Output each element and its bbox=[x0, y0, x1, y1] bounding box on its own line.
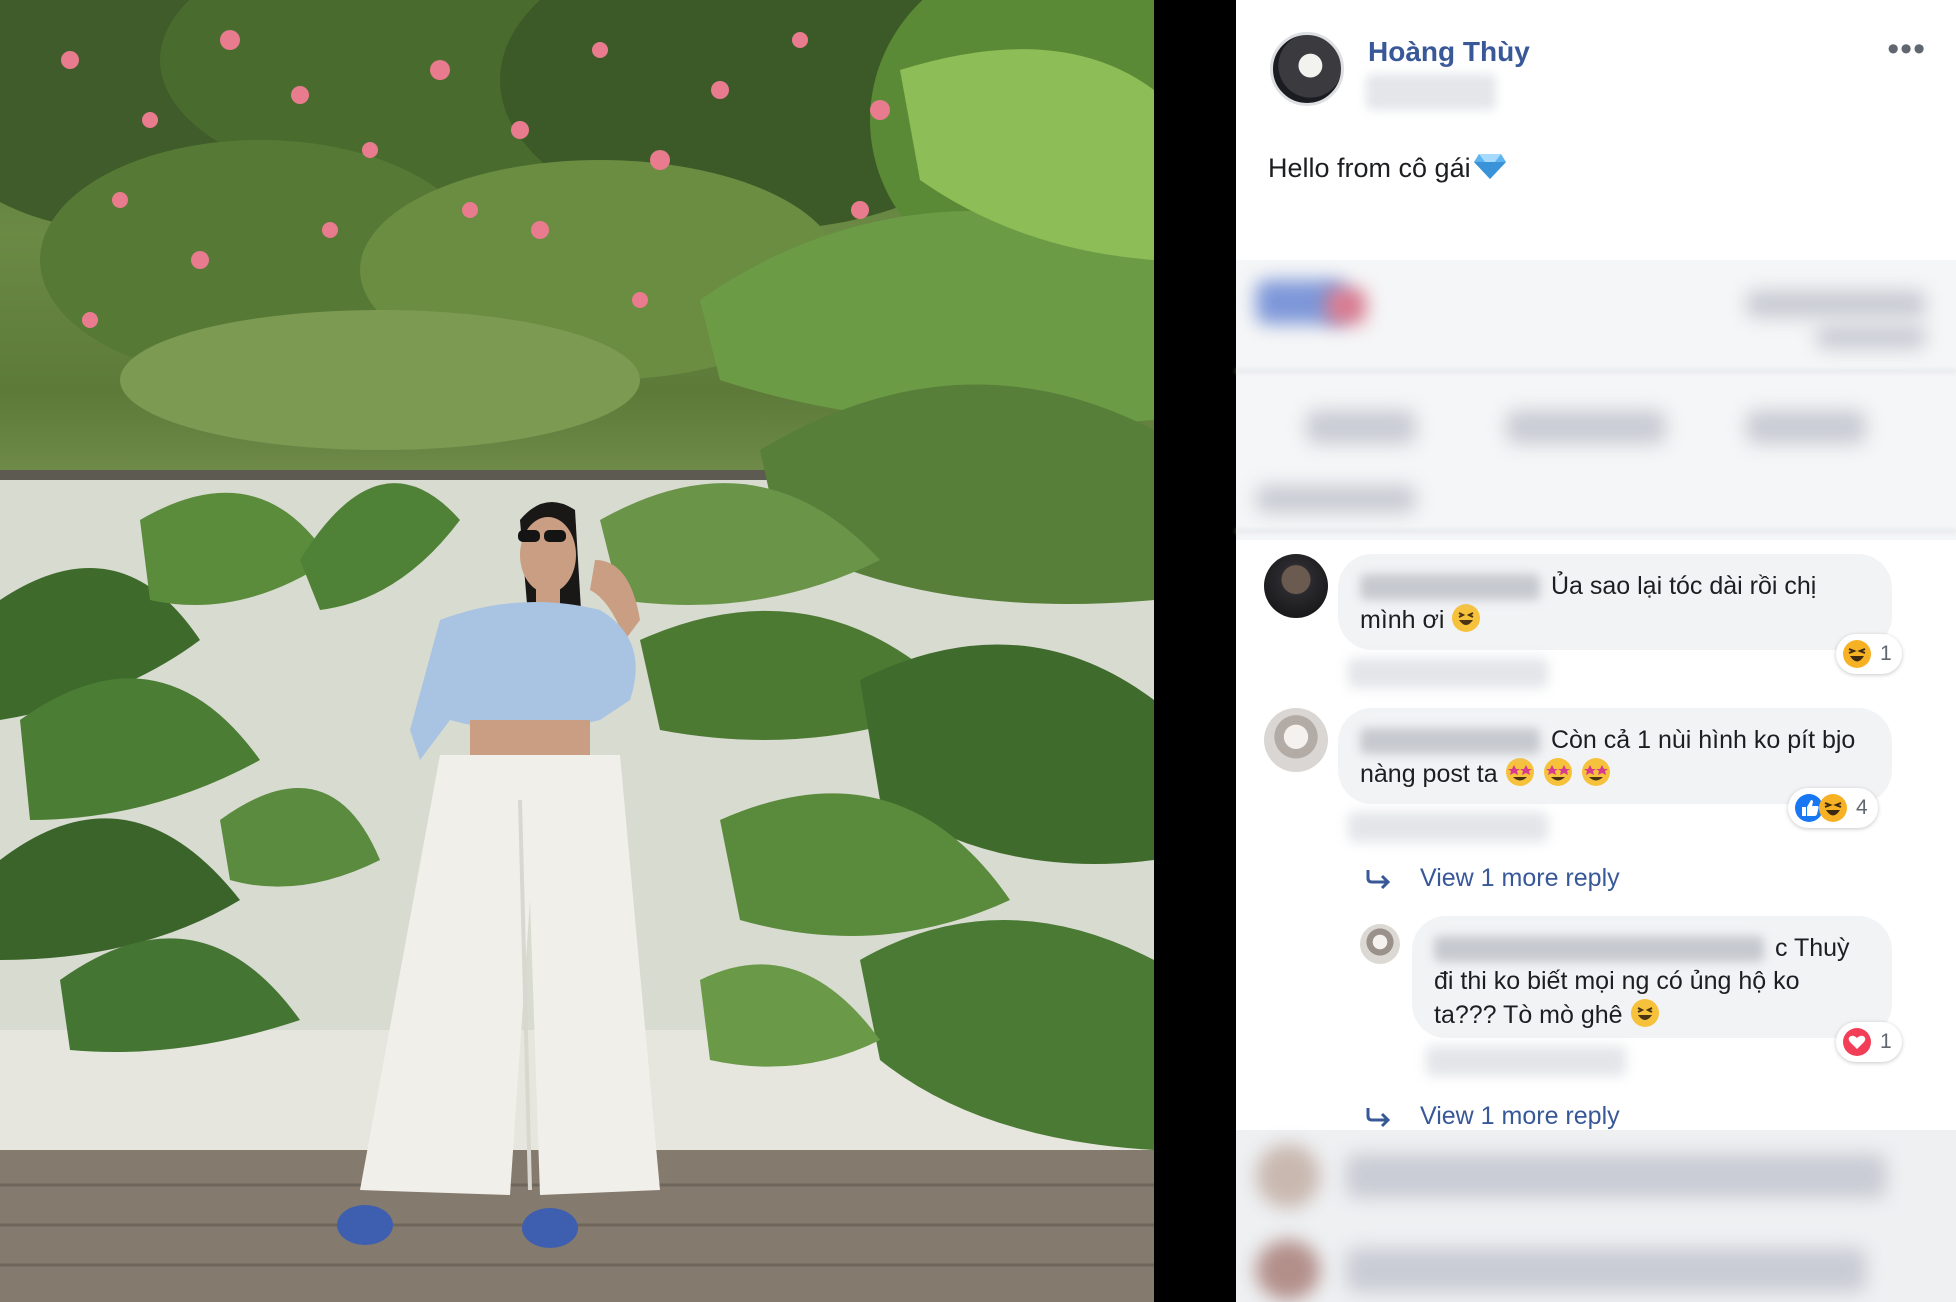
haha-reaction-icon bbox=[1819, 794, 1847, 822]
post-photo[interactable] bbox=[0, 0, 1154, 1302]
commenter-name-blurred[interactable] bbox=[1360, 728, 1540, 755]
reactions-and-actions-blurred bbox=[1236, 260, 1956, 540]
author-avatar[interactable] bbox=[1270, 32, 1344, 106]
view-more-replies-link[interactable]: View 1 more reply bbox=[1366, 864, 1620, 893]
commenter-name-blurred[interactable] bbox=[1360, 574, 1540, 601]
comment-line: mình ơi bbox=[1360, 603, 1870, 637]
comment-bubble: Ủa sao lại tóc dài rồi chị mình ơi bbox=[1338, 554, 1892, 650]
star-struck-emoji-icon bbox=[1505, 758, 1610, 786]
comment-text: Ủa sao lại tóc dài rồi chị bbox=[1550, 572, 1817, 600]
comment-text: mình ơi bbox=[1360, 606, 1445, 634]
comment-reaction-badge[interactable]: 4 bbox=[1788, 788, 1878, 828]
reply-text: c Thuỳ bbox=[1774, 934, 1850, 962]
comment-text: Còn cả 1 nùi hình ko pít bjo bbox=[1550, 726, 1856, 754]
commenter-avatar[interactable] bbox=[1264, 554, 1328, 618]
post-timestamp-blurred bbox=[1366, 74, 1496, 110]
reply-text: ta??? Tò mò ghê bbox=[1434, 1001, 1623, 1029]
gem-emoji-icon bbox=[1473, 154, 1506, 179]
comment-reaction-badge[interactable]: 1 bbox=[1836, 634, 1902, 674]
post-caption-text: Hello from cô gái bbox=[1268, 153, 1471, 183]
view-more-replies-label[interactable]: View 1 more reply bbox=[1420, 1102, 1620, 1131]
replier-name-blurred[interactable] bbox=[1434, 936, 1764, 963]
comment-text: nàng post ta bbox=[1360, 760, 1498, 788]
more-comments-blurred bbox=[1236, 1130, 1956, 1302]
reply-line: ta??? Tò mò ghê bbox=[1434, 998, 1870, 1032]
grinning-squinting-emoji-icon bbox=[1630, 999, 1659, 1027]
reply-bubble: c Thuỳ đi thi ko biết mọi ng có ủng hộ k… bbox=[1412, 916, 1892, 1038]
photo-letterbox bbox=[1154, 0, 1236, 1302]
haha-reaction-icon bbox=[1843, 640, 1871, 668]
view-more-replies-link[interactable]: View 1 more reply bbox=[1366, 1102, 1620, 1131]
reply-line: c Thuỳ bbox=[1434, 932, 1870, 965]
post-caption: Hello from cô gái bbox=[1268, 152, 1507, 184]
love-reaction-icon bbox=[1843, 1028, 1871, 1056]
reply-text: đi thi ko biết mọi ng có ủng hộ ko bbox=[1434, 967, 1800, 995]
comment-line: nàng post ta bbox=[1360, 757, 1870, 791]
comment-line: Ủa sao lại tóc dài rồi chị bbox=[1360, 570, 1870, 603]
comment-actions-blurred bbox=[1348, 812, 1548, 842]
replier-avatar[interactable] bbox=[1360, 924, 1400, 964]
photo-illustration bbox=[0, 0, 1154, 1302]
author-name[interactable]: Hoàng Thùy bbox=[1368, 36, 1530, 68]
comment-actions-blurred bbox=[1348, 658, 1548, 688]
grinning-squinting-emoji-icon bbox=[1452, 604, 1481, 632]
reply-reaction-badge[interactable]: 1 bbox=[1836, 1022, 1902, 1062]
reply-arrow-icon bbox=[1366, 1107, 1391, 1127]
reaction-count: 1 bbox=[1880, 642, 1892, 665]
view-more-replies-label[interactable]: View 1 more reply bbox=[1420, 864, 1620, 893]
more-horizontal-icon[interactable]: ••• bbox=[1887, 32, 1926, 66]
commenter-avatar[interactable] bbox=[1264, 708, 1328, 772]
reply-arrow-icon bbox=[1366, 869, 1391, 889]
reaction-count: 4 bbox=[1856, 796, 1868, 819]
comment-line: Còn cả 1 nùi hình ko pít bjo bbox=[1360, 724, 1870, 757]
reply-line: đi thi ko biết mọi ng có ủng hộ ko bbox=[1434, 965, 1870, 998]
reaction-count: 1 bbox=[1880, 1030, 1892, 1053]
reply-actions-blurred bbox=[1426, 1046, 1626, 1076]
post-panel: Hoàng Thùy ••• Hello from cô gái Ủa sao … bbox=[1236, 0, 1956, 1302]
